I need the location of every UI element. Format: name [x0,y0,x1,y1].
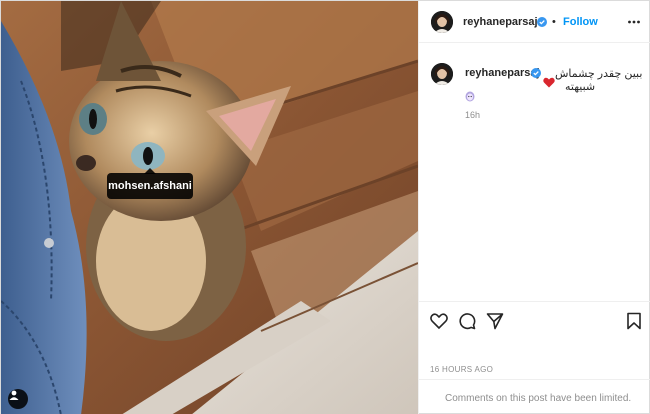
comment-area: Comments on this post have been limited. [419,379,650,414]
post-header: reyhaneparsaj • Follow [419,1,650,43]
header-separator: • [552,16,556,28]
caption-text-line1: ببین چقدر چشماش [555,68,643,80]
header-username[interactable]: reyhaneparsaj [463,16,538,28]
caption-avatar[interactable] [431,63,453,85]
caption-username[interactable]: reyhaneparsaj [465,67,540,79]
avatar[interactable] [431,11,453,33]
follow-button[interactable]: Follow [563,16,598,28]
instagram-post-modal: mohsen.afshani reyhaneparsaj • Follow re… [0,0,650,414]
share-icon[interactable] [486,312,504,330]
post-side-panel: reyhaneparsaj • Follow reyhaneparsaj ببی… [418,1,650,414]
user-tag-label[interactable]: mohsen.afshani [107,168,193,199]
caption-timestamp[interactable]: 16h [465,110,480,120]
face-emoji-icon [465,91,475,102]
comment-icon[interactable] [458,312,476,330]
post-date[interactable]: 16 HOURS AGO [430,365,493,374]
post-image[interactable]: mohsen.afshani [1,1,418,414]
heart-emoji-icon [543,77,555,88]
verified-badge-icon [531,68,541,78]
comments-limited-notice: Comments on this post have been limited. [445,393,632,404]
user-tag-icon[interactable] [8,389,28,409]
cat-on-bench-photo [1,1,418,414]
more-horizontal-icon[interactable] [627,15,641,29]
heart-icon[interactable] [430,312,448,330]
action-bar [419,301,650,361]
bookmark-icon[interactable] [625,312,643,330]
caption-text-line2: شبیهته [565,81,596,93]
verified-badge-icon [537,17,547,27]
